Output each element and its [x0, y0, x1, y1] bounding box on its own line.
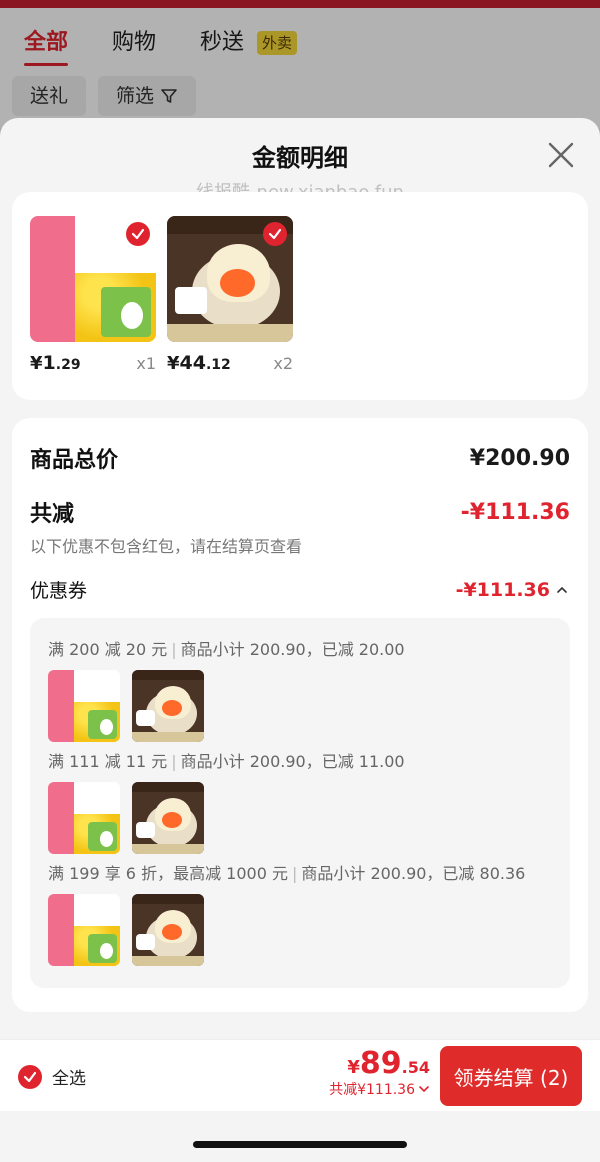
- coupon-thumb-corn: [48, 782, 120, 854]
- coupon-list: 满 200 减 20 元 | 商品小计 200.90，已减 20.00 满 111 …: [30, 618, 570, 988]
- close-icon[interactable]: [546, 140, 576, 170]
- product-price-row: ¥44.12 x2: [167, 352, 293, 374]
- total-price-row: 商品总价 ¥200.90: [30, 442, 570, 474]
- product-qty: x1: [136, 354, 156, 373]
- pay-amount: ¥89.54: [347, 1046, 430, 1081]
- product-qty: x2: [273, 354, 293, 373]
- pay-total[interactable]: ¥89.54 共减¥111.36: [329, 1046, 430, 1099]
- coupon-value: -¥111.36: [455, 578, 550, 601]
- coupon-item: 满 199 享 6 折，最高减 1000 元 | 商品小计 200.90，已减 80…: [48, 860, 525, 966]
- total-price-value: ¥200.90: [469, 445, 570, 471]
- coupon-product-thumbs: [48, 894, 525, 966]
- coupon-value-wrap: -¥111.36: [456, 579, 570, 601]
- coupon-thumb-corn: [48, 894, 120, 966]
- coupon-detail: 商品小计 200.90，已减 80.36: [301, 864, 526, 883]
- coupon-product-thumbs: [48, 782, 405, 854]
- checkout-button[interactable]: 领券结算 (2): [440, 1046, 582, 1106]
- amount-detail-sheet: 金额明细 线报酷-new.xianbao.fun ¥1.29 x1 ¥44.12…: [0, 118, 600, 1162]
- reduce-row: 共减 -¥111.36: [30, 496, 570, 528]
- coupon-product-thumbs: [48, 670, 405, 742]
- chevron-down-icon: [419, 1086, 429, 1093]
- product-item[interactable]: ¥1.29 x1: [30, 216, 156, 374]
- coupon-detail: 商品小计 200.90，已减 11.00: [180, 752, 405, 771]
- total-price-label: 商品总价: [30, 448, 119, 473]
- reduce-value: -¥111.36: [460, 499, 570, 525]
- coupon-label: 优惠券: [30, 580, 88, 602]
- checkout-bar: 全选 ¥89.54 共减¥111.36 领券结算 (2): [0, 1039, 600, 1111]
- check-circle-icon: [18, 1064, 42, 1089]
- coupon-rule: 满 199 享 6 折，最高减 1000 元: [48, 864, 288, 883]
- saved-amount: 共减¥111.36: [329, 1079, 430, 1099]
- coupon-rule: 满 111 减 11 元: [48, 752, 168, 771]
- chevron-up-icon: [557, 586, 567, 593]
- sheet-title: 金额明细: [252, 144, 348, 172]
- reduce-label: 共减: [30, 502, 75, 527]
- coupon-thumb-dumpling: [132, 894, 204, 966]
- coupon-text: 满 111 减 11 元 | 商品小计 200.90，已减 11.00: [48, 752, 405, 771]
- check-icon: [126, 222, 150, 246]
- select-all-label: 全选: [52, 1069, 86, 1089]
- product-item[interactable]: ¥44.12 x2: [167, 216, 293, 374]
- coupon-text: 满 200 减 20 元 | 商品小计 200.90，已减 20.00: [48, 640, 405, 659]
- coupon-rule: 满 200 减 20 元: [48, 640, 168, 659]
- coupon-thumb-dumpling: [132, 670, 204, 742]
- coupon-detail: 商品小计 200.90，已减 20.00: [180, 640, 405, 659]
- coupon-item: 满 200 减 20 元 | 商品小计 200.90，已减 20.00: [48, 636, 405, 742]
- home-indicator: [193, 1141, 407, 1148]
- coupon-thumb-corn: [48, 670, 120, 742]
- product-price: ¥1.29: [30, 352, 81, 374]
- coupon-thumb-dumpling: [132, 782, 204, 854]
- product-price: ¥44.12: [167, 352, 231, 374]
- product-price-row: ¥1.29 x1: [30, 352, 156, 374]
- select-all-toggle[interactable]: 全选: [18, 1064, 86, 1089]
- product-image-corn: [30, 216, 156, 342]
- coupon-text: 满 199 享 6 折，最高减 1000 元 | 商品小计 200.90，已减 80…: [48, 864, 526, 883]
- product-image-dumpling: [167, 216, 293, 342]
- check-icon: [263, 222, 287, 246]
- discount-note: 以下优惠不包含红包，请在结算页查看: [30, 537, 303, 556]
- price-detail-card: 商品总价 ¥200.90 共减 -¥111.36 以下优惠不包含红包，请在结算页…: [12, 418, 588, 1012]
- product-list-card: ¥1.29 x1 ¥44.12 x2: [12, 192, 588, 400]
- coupon-row[interactable]: 优惠券 -¥111.36: [30, 576, 570, 603]
- coupon-item: 满 111 减 11 元 | 商品小计 200.90，已减 11.00: [48, 748, 405, 854]
